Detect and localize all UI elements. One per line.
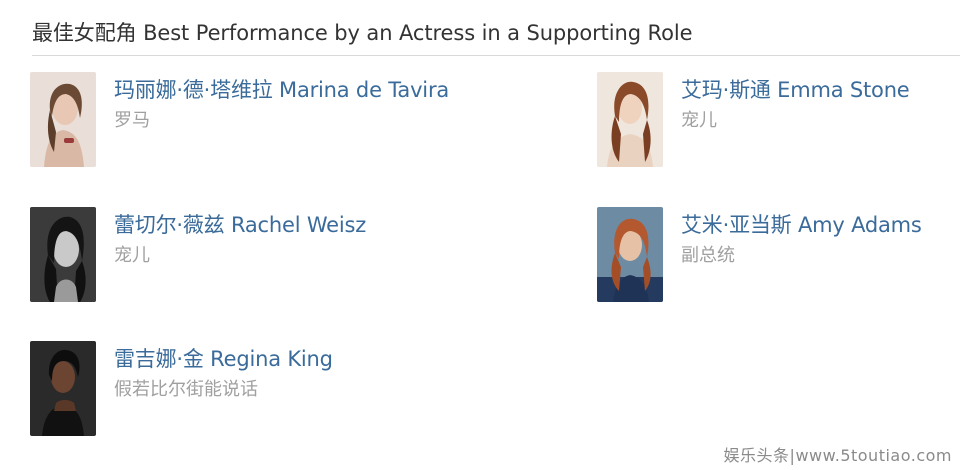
nominee-photo[interactable] (597, 207, 663, 302)
actress-portrait-icon (597, 72, 663, 167)
nominee-film: 假若比尔街能说话 (114, 379, 258, 400)
nominee-photo[interactable] (30, 207, 96, 302)
actress-portrait-icon (30, 72, 96, 167)
nominee-name-link[interactable]: 蕾切尔·薇兹 Rachel Weisz (114, 209, 366, 239)
nominee-name-link[interactable]: 玛丽娜·德·塔维拉 Marina de Tavira (114, 74, 449, 104)
nominee-photo[interactable] (30, 72, 96, 167)
nominee-film: 罗马 (114, 110, 150, 131)
nominee-item-regina-king: 雷吉娜·金 Regina King 假若比尔街能说话 (30, 341, 430, 441)
actress-portrait-icon (597, 207, 663, 302)
nominee-film: 宠儿 (681, 110, 717, 131)
nominee-item-rachel-weisz: 蕾切尔·薇兹 Rachel Weisz 宠儿 (30, 207, 430, 307)
actress-portrait-icon (30, 207, 96, 302)
nominee-film: 副总统 (681, 245, 735, 266)
nominee-item-emma-stone: 艾玛·斯通 Emma Stone 宠儿 (597, 72, 960, 172)
nominee-photo[interactable] (30, 341, 96, 436)
nominee-name-link[interactable]: 雷吉娜·金 Regina King (114, 343, 333, 373)
nominee-photo[interactable] (597, 72, 663, 167)
nominee-name-link[interactable]: 艾玛·斯通 Emma Stone (681, 74, 910, 104)
category-title: 最佳女配角 Best Performance by an Actress in … (32, 21, 693, 45)
category-header: 最佳女配角 Best Performance by an Actress in … (32, 14, 960, 56)
watermark: 娱乐头条|www.5toutiao.com (723, 446, 952, 465)
nominee-name-link[interactable]: 艾米·亚当斯 Amy Adams (681, 209, 922, 239)
nominee-list-page: 最佳女配角 Best Performance by an Actress in … (0, 0, 960, 470)
nominee-item-marina-de-tavira: 玛丽娜·德·塔维拉 Marina de Tavira 罗马 (30, 72, 449, 172)
nominee-film: 宠儿 (114, 245, 150, 266)
nominee-item-amy-adams: 艾米·亚当斯 Amy Adams 副总统 (597, 207, 960, 307)
actress-portrait-icon (30, 341, 96, 436)
